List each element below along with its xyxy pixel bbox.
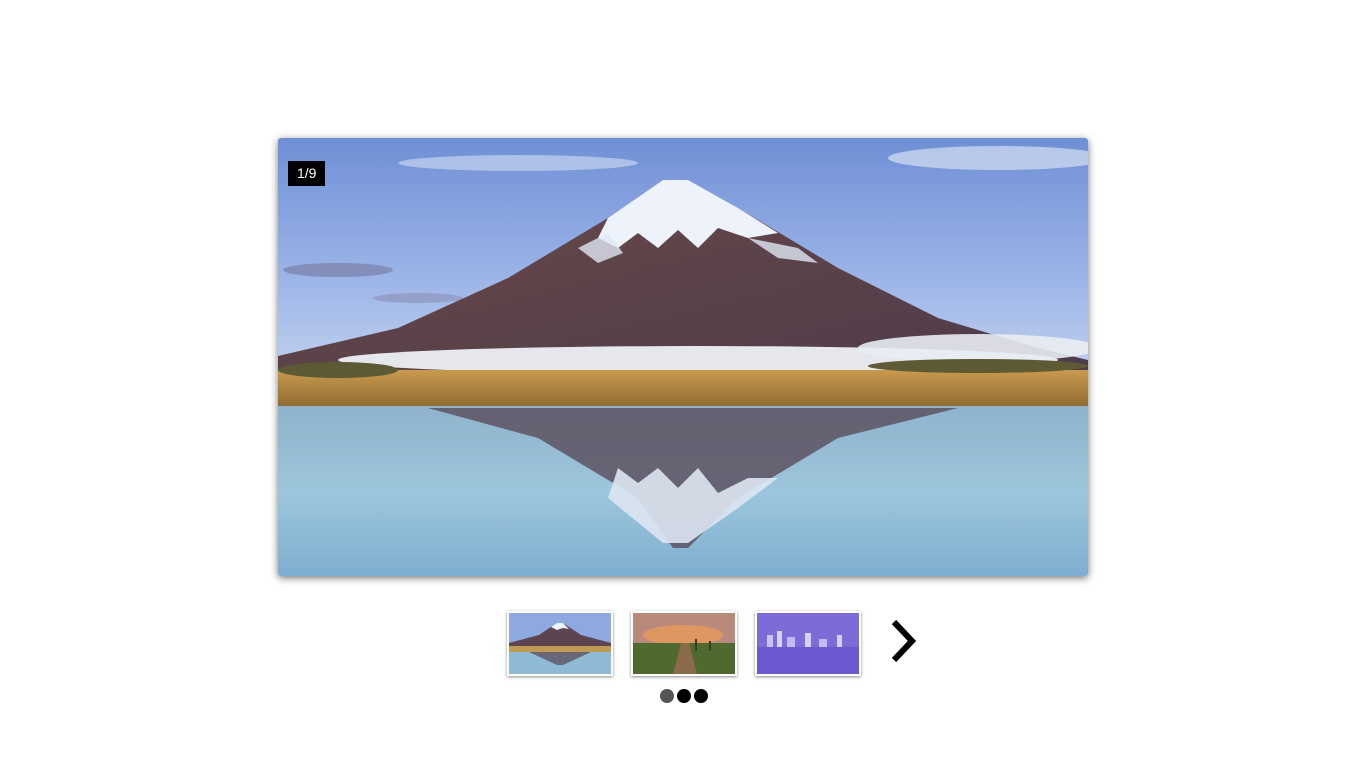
slide-counter: 1/9: [288, 161, 326, 186]
pagination-dot-3[interactable]: [694, 689, 708, 703]
pagination-dot-1[interactable]: [660, 689, 674, 703]
pagination-dot-2[interactable]: [677, 689, 691, 703]
pagination-dots: [660, 689, 708, 703]
slider-page: 1/9: [0, 0, 1366, 768]
thumbnail-mountain[interactable]: [507, 611, 613, 676]
thumbnail-boardwalk[interactable]: [631, 611, 737, 676]
thumbnail-city[interactable]: [755, 611, 861, 676]
sunset-boardwalk-thumbnail-image: [633, 613, 735, 674]
main-slide-image: 1/9: [278, 138, 1088, 576]
next-button[interactable]: [886, 618, 920, 664]
chevron-right-icon: [891, 619, 917, 663]
mountain-landscape-image: [278, 138, 1088, 576]
city-skyline-thumbnail-image: [757, 613, 859, 674]
mountain-thumbnail-image: [509, 613, 611, 674]
